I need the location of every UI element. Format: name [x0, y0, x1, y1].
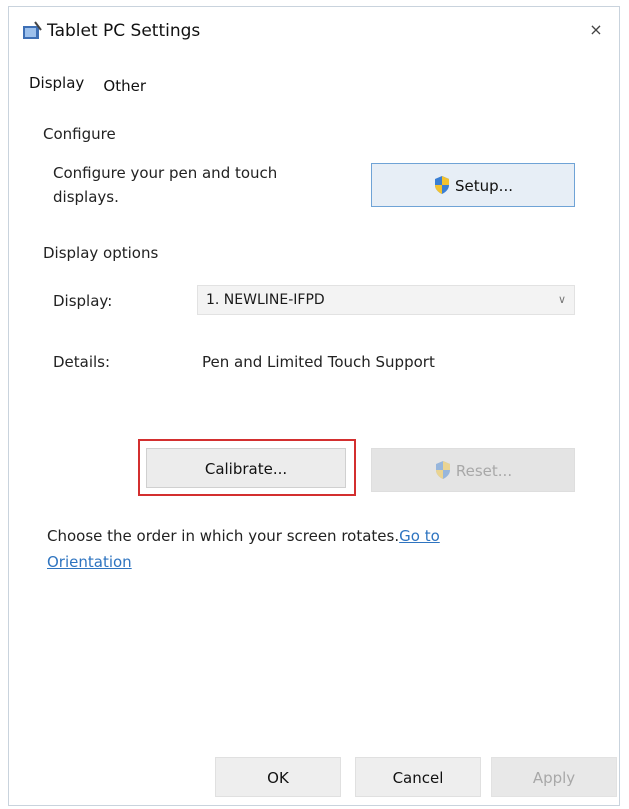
configure-description-line1: Configure your pen and touch	[53, 164, 278, 182]
uac-shield-icon	[435, 176, 450, 194]
ok-button[interactable]: OK	[215, 757, 341, 797]
details-value: Pen and Limited Touch Support	[202, 353, 435, 371]
setup-button[interactable]: Setup...	[371, 163, 575, 207]
configure-description-line2: displays.	[53, 188, 119, 206]
window-title: Tablet PC Settings	[47, 21, 201, 41]
reset-button-label: Reset...	[455, 462, 513, 480]
orientation-text: Choose the order in which your screen ro…	[47, 527, 400, 545]
chevron-down-icon: ∨	[557, 293, 566, 306]
tablet-pc-settings-dialog: Tablet PC Settings × Display Other Confi…	[8, 6, 620, 806]
title-bar: Tablet PC Settings ×	[9, 7, 619, 55]
close-button[interactable]: ×	[583, 17, 609, 43]
display-select[interactable]: 1. NEWLINE-IFPD ∨	[197, 285, 575, 315]
tab-strip: Display Other	[29, 73, 160, 97]
display-options-heading: Display options	[43, 244, 159, 262]
reset-button[interactable]: Reset...	[371, 448, 575, 492]
cancel-button[interactable]: Cancel	[355, 757, 481, 797]
display-select-value: 1. NEWLINE-IFPD	[206, 292, 325, 308]
tab-display[interactable]: Display	[29, 74, 84, 92]
configure-description: Configure your pen and touch displays.	[53, 161, 277, 209]
display-label: Display:	[53, 292, 113, 310]
configure-heading: Configure	[43, 125, 116, 143]
tab-other[interactable]: Other	[103, 77, 146, 95]
orientation-description: Choose the order in which your screen ro…	[47, 523, 487, 575]
setup-button-label: Setup...	[455, 177, 513, 195]
calibrate-button[interactable]: Calibrate...	[146, 448, 346, 488]
apply-button[interactable]: Apply	[491, 757, 617, 797]
details-label: Details:	[53, 353, 111, 371]
tablet-pen-icon	[23, 21, 42, 39]
uac-shield-icon	[435, 461, 450, 479]
